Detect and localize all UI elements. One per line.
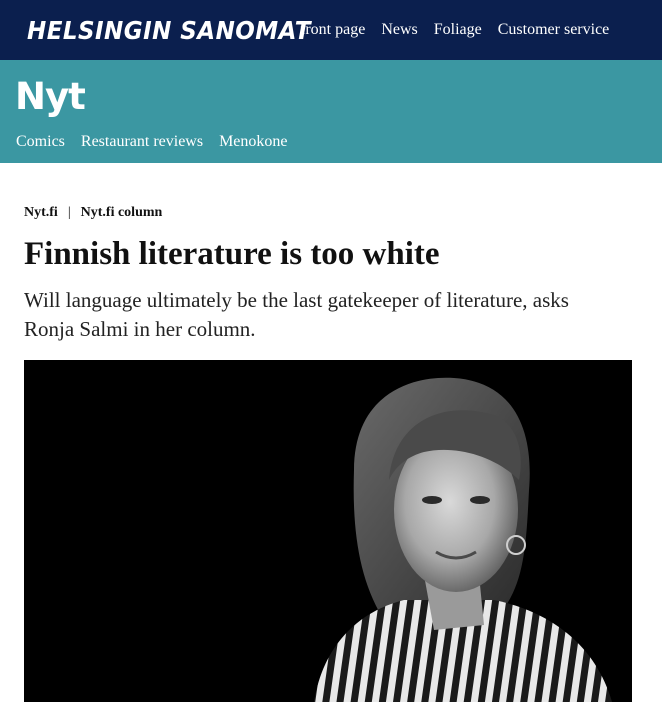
breadcrumb-nyt[interactable]: Nyt.fi — [24, 205, 58, 221]
nyt-logo[interactable]: Nyt — [15, 78, 86, 115]
breadcrumb: Nyt.fi | Nyt.fi column — [24, 205, 162, 221]
section-nav-restaurant-reviews[interactable]: Restaurant reviews — [81, 133, 203, 151]
section-header: Nyt Comics Restaurant reviews Menokone — [0, 60, 662, 163]
nav-news[interactable]: News — [381, 21, 417, 39]
breadcrumb-column[interactable]: Nyt.fi column — [81, 205, 163, 221]
nav-foliage[interactable]: Foliage — [434, 21, 482, 39]
section-nav: Comics Restaurant reviews Menokone — [16, 133, 288, 151]
site-nav: front page News Foliage Customer service — [300, 21, 609, 39]
nav-customer-service[interactable]: Customer service — [498, 21, 610, 39]
article-photo — [24, 360, 632, 702]
section-nav-comics[interactable]: Comics — [16, 133, 65, 151]
site-header: HELSINGIN SANOMAT front page News Foliag… — [0, 0, 662, 60]
article-lead: Will language ultimately be the last gat… — [24, 288, 569, 341]
breadcrumb-separator: | — [67, 205, 71, 220]
portrait-image — [24, 360, 632, 702]
section-nav-menokone[interactable]: Menokone — [219, 133, 287, 151]
article-title: Finnish literature is too white — [24, 236, 440, 272]
helsingin-sanomat-logo[interactable]: HELSINGIN SANOMAT — [27, 16, 310, 45]
